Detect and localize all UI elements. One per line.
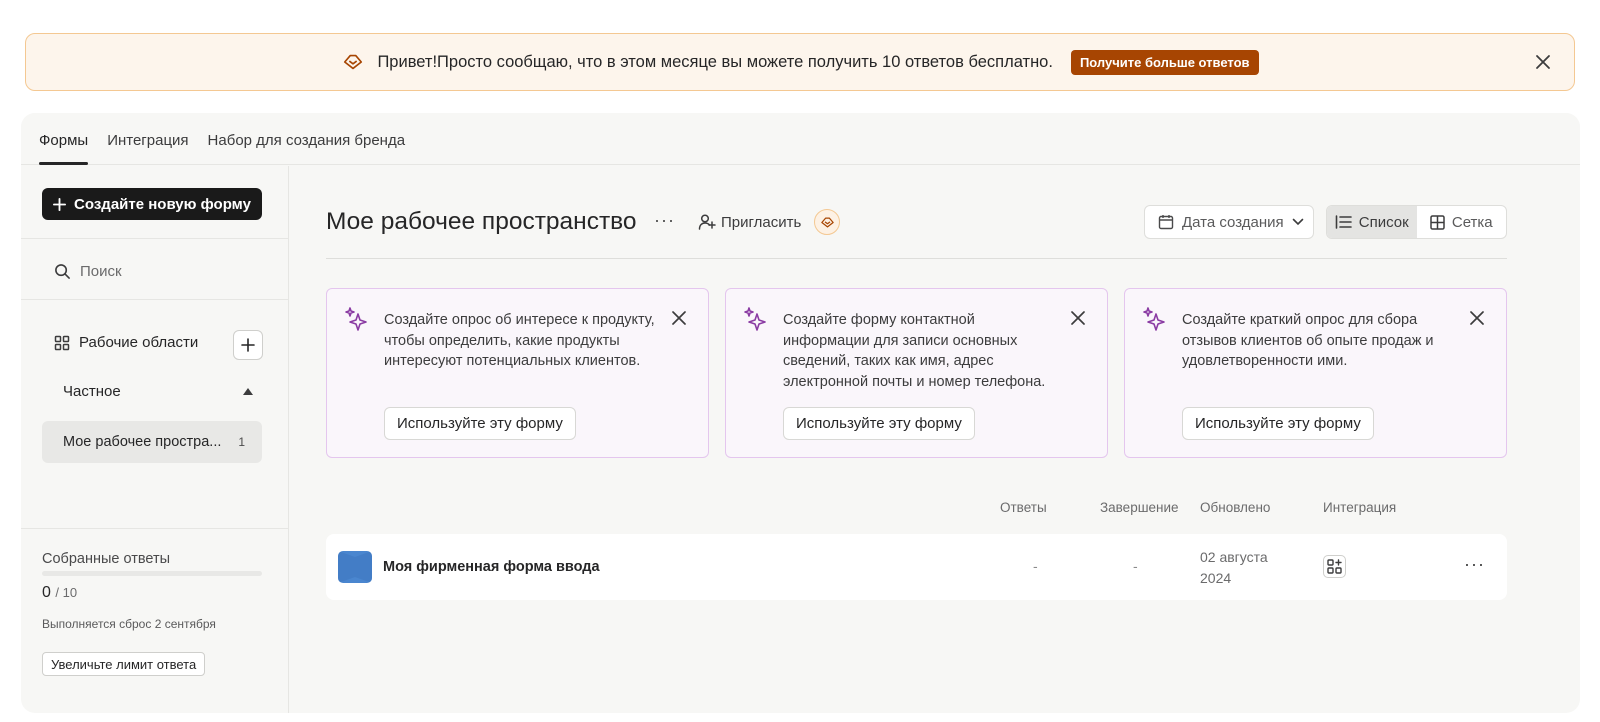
collected-responses-label: Собранные ответы: [42, 551, 171, 567]
premium-badge[interactable]: [814, 209, 840, 235]
form-name: Моя фирменная форма ввода: [383, 559, 600, 575]
view-grid-label: Сетка: [1451, 213, 1493, 231]
plus-icon: [53, 197, 67, 211]
template-card: Создайте форму контактной информации для…: [725, 288, 1108, 458]
list-icon: [1335, 215, 1352, 229]
sparkle-icon: [1143, 307, 1165, 331]
close-icon[interactable]: [670, 309, 688, 327]
table-row[interactable]: Моя фирменная форма ввода - - 02 августа…: [326, 534, 1507, 600]
chevron-down-icon: [1292, 218, 1303, 226]
column-header-integration[interactable]: Интеграция: [1323, 500, 1396, 515]
sidebar-divider: [21, 528, 288, 529]
grid-icon: [1430, 214, 1445, 230]
use-template-button[interactable]: Используйте эту форму: [384, 407, 576, 440]
sparkle-icon: [345, 307, 367, 331]
get-more-responses-button[interactable]: Получите больше ответов: [1070, 49, 1259, 75]
close-icon[interactable]: [1532, 51, 1554, 73]
column-header-updated[interactable]: Обновлено: [1200, 500, 1270, 515]
column-header-responses[interactable]: Ответы: [1000, 500, 1047, 515]
diamond-icon: [820, 217, 834, 227]
form-completion: -: [1133, 558, 1138, 574]
top-tabs: Формы Интеграция Набор для создания брен…: [21, 113, 1580, 165]
responses-count-value: 0: [42, 584, 51, 601]
calendar-icon: [1158, 215, 1174, 230]
template-card-text: Создайте опрос об интересе к продукту, ч…: [384, 312, 655, 369]
create-form-label: Создайте новую форму: [74, 195, 251, 213]
invite-button[interactable]: Пригласить: [698, 213, 801, 231]
caret-up-icon: [243, 388, 253, 395]
responses-count: 0 / 10: [42, 584, 77, 602]
view-list-label: Список: [1358, 213, 1409, 231]
search-icon: [55, 264, 70, 279]
add-user-icon: [698, 214, 716, 230]
sidebar-item-my-workspace[interactable]: Мое рабочее простра... 1: [42, 421, 262, 463]
grid-icon: [54, 335, 70, 350]
add-integration-icon[interactable]: [1323, 555, 1346, 578]
form-thumbnail: [338, 551, 372, 583]
template-card: Создайте опрос об интересе к продукту, ч…: [326, 288, 709, 458]
sparkle-icon: [744, 307, 766, 331]
template-card-text: Создайте краткий опрос для сбора отзывов…: [1182, 312, 1434, 369]
workspace-item-label: Мое рабочее простра...: [63, 434, 222, 450]
main-divider: [326, 258, 1507, 259]
use-template-button[interactable]: Используйте эту форму: [783, 407, 975, 440]
increase-limit-button[interactable]: Увеличьте лимит ответа: [42, 652, 206, 676]
tab-brand-kit[interactable]: Набор для создания бренда: [208, 132, 406, 164]
workspaces-label: Рабочие области: [79, 334, 199, 351]
responses-count-max: / 10: [55, 585, 78, 600]
search-placeholder: Поиск: [80, 263, 122, 280]
search-input[interactable]: Поиск: [54, 263, 122, 280]
main-content: Мое рабочее пространство ··· Пригласить …: [290, 166, 1580, 713]
view-grid-button[interactable]: Сетка: [1417, 206, 1507, 238]
sidebar-divider: [21, 238, 288, 239]
row-more-button[interactable]: ···: [1464, 554, 1485, 575]
use-template-button[interactable]: Используйте эту форму: [1182, 407, 1374, 440]
view-list-button[interactable]: Список: [1327, 206, 1417, 238]
template-cards: Создайте опрос об интересе к продукту, ч…: [326, 288, 1507, 458]
form-updated: 02 августа 2024: [1200, 549, 1268, 586]
responses-progress-bar: [42, 571, 262, 576]
template-card: Создайте краткий опрос для сбора отзывов…: [1124, 288, 1507, 458]
page-title: Мое рабочее пространство: [326, 208, 637, 235]
view-toggle: Список Сетка: [1326, 205, 1507, 239]
create-form-button[interactable]: Создайте новую форму: [42, 188, 262, 220]
column-header-completion[interactable]: Завершение: [1100, 500, 1179, 515]
add-workspace-button[interactable]: [233, 330, 263, 360]
sidebar-divider: [21, 299, 288, 300]
close-icon[interactable]: [1069, 309, 1087, 327]
notice-banner: Привет!Просто сообщаю, что в этом месяце…: [25, 33, 1575, 91]
workspaces-header: Рабочие области: [54, 334, 198, 351]
plus-icon: [241, 338, 255, 352]
banner-text: Привет!Просто сообщаю, что в этом месяце…: [377, 52, 1053, 71]
invite-label: Пригласить: [721, 213, 802, 231]
tab-integration[interactable]: Интеграция: [107, 132, 188, 164]
sidebar: Создайте новую форму Поиск Рабочие облас…: [21, 166, 289, 713]
reset-date-text: Выполняется сброс 2 сентября: [42, 617, 216, 631]
workspace-item-count: 1: [238, 435, 245, 449]
sort-label: Дата создания: [1182, 213, 1284, 231]
template-card-text: Создайте форму контактной информации для…: [783, 312, 1046, 390]
private-section-toggle[interactable]: Частное: [63, 383, 253, 400]
app-frame: Формы Интеграция Набор для создания брен…: [21, 113, 1580, 713]
private-label: Частное: [63, 383, 121, 400]
tab-forms[interactable]: Формы: [39, 132, 89, 165]
sort-dropdown[interactable]: Дата создания: [1144, 205, 1314, 239]
close-icon[interactable]: [1468, 309, 1486, 327]
diamond-icon: [341, 50, 365, 74]
workspace-more-button[interactable]: ···: [654, 210, 675, 231]
form-responses: -: [1033, 558, 1038, 574]
